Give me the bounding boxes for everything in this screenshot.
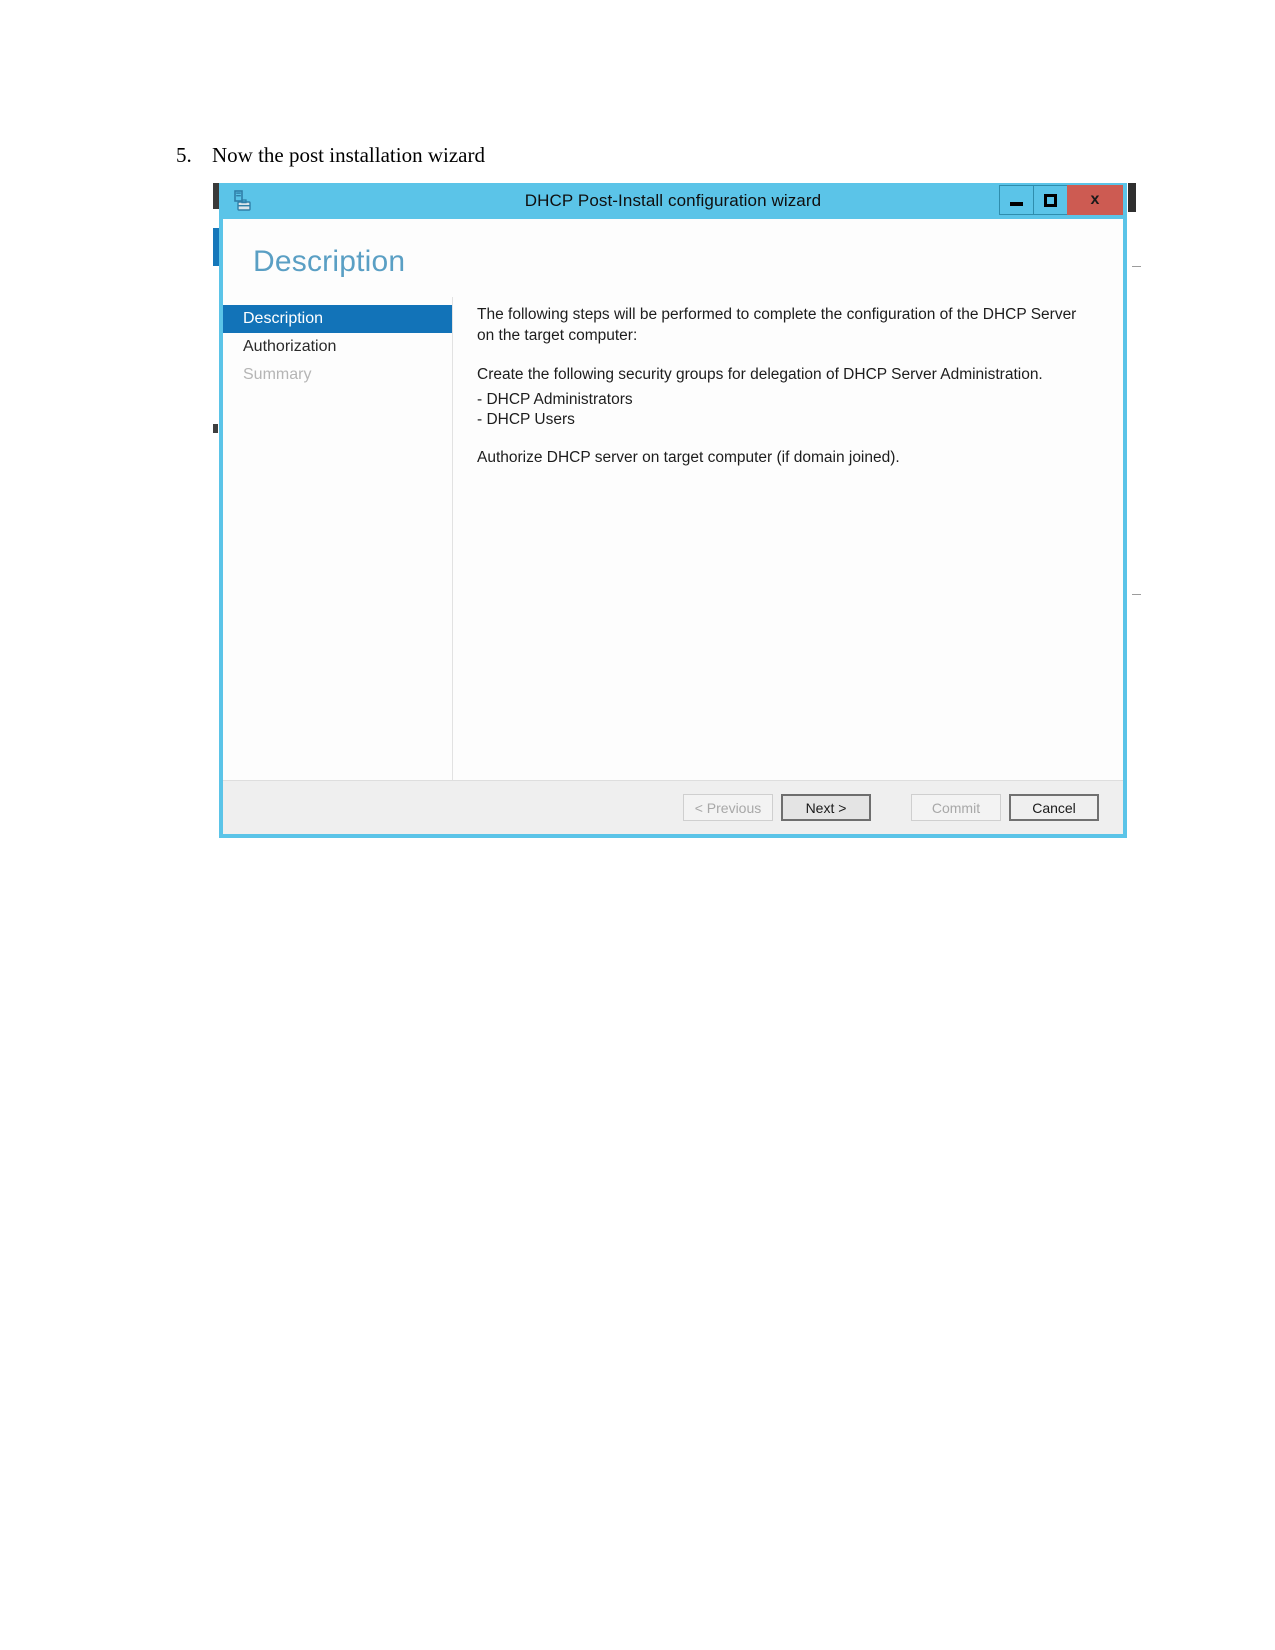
- nav-step-label: Description: [243, 310, 324, 327]
- maximize-icon: [1044, 193, 1057, 207]
- cancel-button[interactable]: Cancel: [1009, 794, 1099, 821]
- dialog-footer: < Previous Next > Commit Cancel: [223, 780, 1123, 834]
- page-title: Description: [253, 245, 406, 278]
- previous-button: < Previous: [683, 794, 773, 821]
- document-list-item: 5. Now the post installation wizard: [176, 143, 1076, 168]
- intro-text: The following steps will be performed to…: [477, 306, 1077, 344]
- step-navigation: Description Authorization Summary: [223, 297, 453, 780]
- background-tick-left: [213, 424, 218, 433]
- nav-step-label: Summary: [243, 366, 312, 383]
- authorize-note: Authorize DHCP server on target computer…: [477, 449, 900, 467]
- nav-step-label: Authorization: [243, 338, 337, 355]
- list-text: Now the post installation wizard: [212, 143, 485, 167]
- next-button[interactable]: Next >: [781, 794, 871, 821]
- background-tick-right-upper: [1132, 266, 1141, 267]
- dhcp-post-install-wizard-window: DHCP Post-Install configuration wizard x…: [219, 183, 1127, 838]
- cancel-button-label: Cancel: [1032, 799, 1076, 816]
- next-button-label: Next >: [805, 799, 847, 816]
- list-item: - DHCP Users: [477, 410, 575, 428]
- nav-step-description[interactable]: Description: [223, 305, 452, 333]
- security-group-list: - DHCP Administrators - DHCP Users: [477, 390, 1095, 430]
- previous-button-label: < Previous: [694, 799, 762, 816]
- close-button[interactable]: x: [1067, 185, 1123, 215]
- content-area: Description Authorization Summary The fo…: [223, 297, 1123, 780]
- commit-button: Commit: [911, 794, 1001, 821]
- list-number: 5.: [176, 143, 192, 167]
- window-controls: x: [999, 185, 1123, 215]
- minimize-button[interactable]: [999, 185, 1033, 215]
- nav-step-summary: Summary: [223, 361, 452, 389]
- window-body: Description Description Authorization Su…: [223, 219, 1123, 834]
- security-groups-intro: Create the following security groups for…: [477, 365, 1043, 383]
- close-icon: x: [1090, 191, 1100, 208]
- maximize-button[interactable]: [1033, 185, 1067, 215]
- description-pane: The following steps will be performed to…: [453, 297, 1123, 780]
- background-window-edge-right: [1128, 183, 1136, 212]
- commit-button-label: Commit: [931, 799, 981, 816]
- nav-step-authorization[interactable]: Authorization: [223, 333, 452, 361]
- minimize-icon: [1010, 202, 1023, 206]
- window-title: DHCP Post-Install configuration wizard: [524, 191, 822, 210]
- list-item: - DHCP Administrators: [477, 390, 633, 408]
- title-bar[interactable]: DHCP Post-Install configuration wizard x: [223, 183, 1123, 219]
- background-tick-right-lower: [1132, 594, 1141, 595]
- dhcp-wizard-icon: [233, 190, 255, 212]
